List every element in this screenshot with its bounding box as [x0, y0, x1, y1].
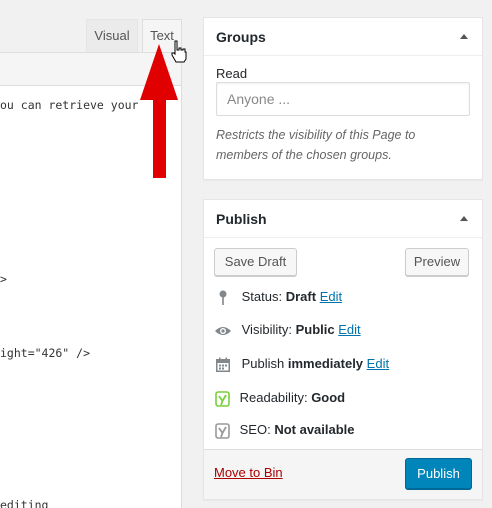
schedule-label: Publish — [241, 356, 285, 371]
status-label: Status: — [241, 289, 283, 304]
readability-value: Good — [311, 390, 346, 405]
collapse-toggle-icon[interactable] — [460, 34, 468, 39]
groups-description: Restricts the visibility of this Page to… — [216, 128, 416, 162]
red-arrow-annotation — [140, 44, 178, 178]
publish-metabox: Publish Save Draft Preview Status: Draft… — [203, 199, 483, 500]
read-label: Read — [216, 66, 248, 81]
seo-value: Not available — [274, 422, 355, 437]
readability-row: Readability: Good — [214, 387, 345, 409]
yoast-good-icon — [215, 390, 230, 407]
yoast-na-icon — [215, 422, 230, 439]
status-value: Draft — [285, 289, 317, 304]
post-editor: Visual Text ou can retrieve your > ight=… — [0, 0, 187, 508]
publish-title: Publish — [216, 211, 267, 227]
visibility-label: Visibility: — [241, 322, 292, 337]
edit-visibility-link[interactable]: Edit — [338, 322, 360, 337]
publish-button[interactable]: Publish — [405, 458, 472, 489]
calendar-icon — [216, 357, 230, 372]
major-publishing-actions: Move to Bin Publish — [204, 449, 482, 499]
preview-button[interactable]: Preview — [405, 248, 469, 276]
groups-read-input[interactable] — [216, 82, 470, 116]
groups-metabox: Groups Read Restricts the visibility of … — [203, 17, 483, 180]
publish-header: Publish — [204, 200, 482, 238]
move-to-bin-link[interactable]: Move to Bin — [214, 465, 283, 480]
code-line: > — [0, 272, 7, 286]
schedule-row: Publish immediately Edit — [214, 353, 389, 375]
seo-row: SEO: Not available — [214, 419, 355, 441]
edit-status-link[interactable]: Edit — [320, 289, 342, 304]
save-draft-button[interactable]: Save Draft — [214, 248, 297, 276]
seo-label: SEO: — [239, 422, 271, 437]
tab-visual[interactable]: Visual — [86, 19, 138, 52]
schedule-value: immediately — [287, 356, 364, 371]
visibility-value: Public — [295, 322, 335, 337]
status-row: Status: Draft Edit — [214, 286, 342, 308]
code-line: ight="426" /> — [0, 346, 91, 360]
code-line: editing — [0, 498, 49, 508]
hand-cursor-icon — [171, 40, 187, 63]
eye-icon — [215, 326, 231, 335]
code-line: ou can retrieve your — [0, 98, 139, 112]
readability-label: Readability: — [239, 390, 308, 405]
pin-icon — [219, 290, 227, 305]
visibility-row: Visibility: Public Edit — [214, 319, 361, 341]
groups-header: Groups — [204, 18, 482, 56]
edit-schedule-link[interactable]: Edit — [367, 356, 389, 371]
collapse-toggle-icon[interactable] — [460, 216, 468, 221]
groups-title: Groups — [216, 29, 266, 45]
